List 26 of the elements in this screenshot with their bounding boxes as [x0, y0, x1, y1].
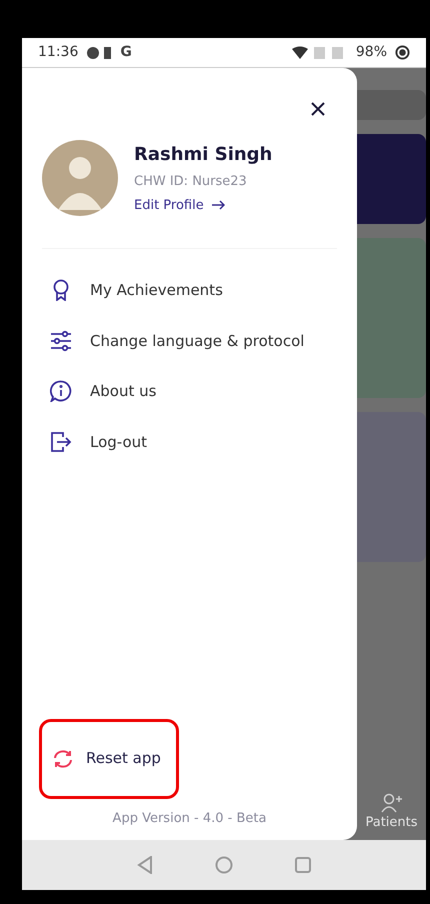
battery-percent: 98% [356, 43, 387, 62]
tab-label[interactable]: Patients [365, 812, 418, 832]
notification-icons [86, 46, 112, 60]
battery-ring-icon [395, 45, 410, 60]
recents-icon[interactable] [295, 857, 311, 873]
app-version: App Version - 4.0 - Beta [112, 810, 268, 828]
notification-letter: G [120, 43, 132, 62]
status-time: 11:36 [38, 43, 78, 62]
menu-item[interactable]: My Achievements [42, 265, 337, 316]
home-icon[interactable] [215, 856, 233, 874]
refresh-icon [52, 748, 74, 768]
menu-item[interactable]: About us [42, 366, 337, 416]
reset-app-button[interactable]: Reset app [42, 747, 171, 770]
dimmed-search-bar [357, 90, 426, 120]
menu-item[interactable]: Log-out [42, 416, 337, 467]
close-icon [311, 102, 325, 116]
logout-icon [50, 430, 72, 453]
edit-profile-link[interactable]: Edit Profile [134, 196, 272, 215]
menu-item[interactable]: Change language & protocol [42, 316, 337, 366]
info-icon [50, 380, 72, 402]
sliders-icon [50, 330, 72, 352]
add-person-icon [380, 792, 402, 812]
profile-name: Rashmi Singh [134, 143, 272, 167]
profile-id: CHW ID: Nurse23 [134, 173, 248, 191]
arrow-right-icon [212, 200, 225, 210]
back-icon[interactable] [137, 856, 153, 874]
